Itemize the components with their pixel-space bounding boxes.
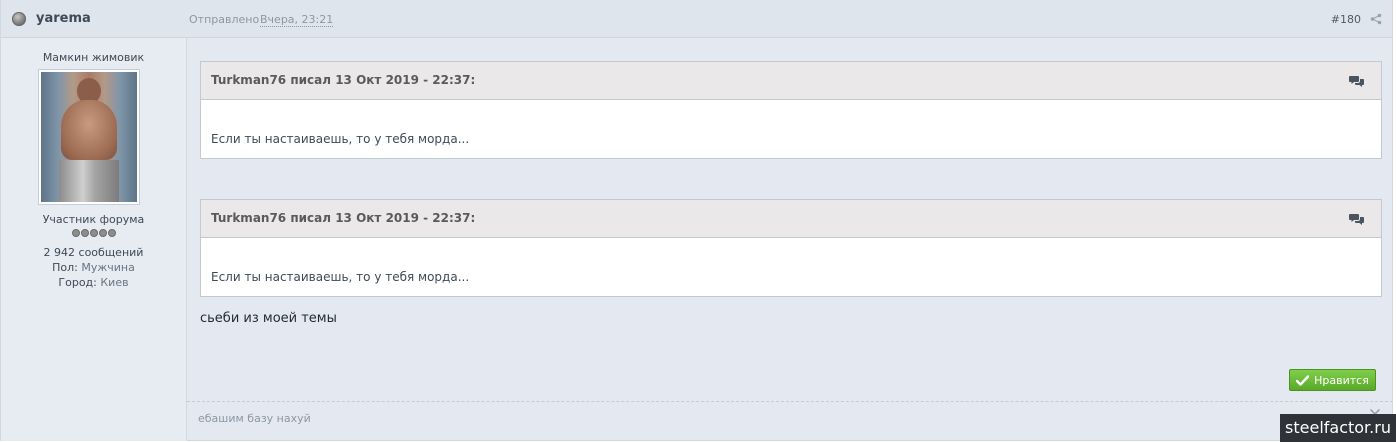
watermark: steelfactor.ru [1280,414,1396,442]
gender-label: Пол: [52,261,78,274]
post-date-link[interactable]: Вчера, 23:21 [260,13,334,27]
quote-block: Turkman76 писал 13 Окт 2019 - 22:37: Есл… [200,61,1382,159]
post-body: Turkman76 писал 13 Окт 2019 - 22:37: Есл… [187,38,1393,401]
quote-text: Если ты настаиваешь, то у тебя морда... [211,132,470,146]
rating-pip-icon [71,229,80,237]
post-text: сьеби из моей темы [200,311,337,326]
rating-pip-icon [98,229,107,237]
author-panel: Мамкин жимовик Участник форума 2 942 соо… [1,38,187,441]
forum-post: yarema Отправлено Вчера, 23:21 #180 Мамк… [0,0,1393,441]
rating-pip-icon [89,229,98,237]
author-city: Город: Киев [1,276,186,289]
quote-text: Если ты настаиваешь, то у тебя морда... [211,270,470,284]
author-name-link[interactable]: yarema [36,11,91,26]
rating-pip-icon [107,229,116,237]
signature-text: ебашим базу нахуй [198,412,311,425]
city-label: Город: [58,276,97,289]
avatar-image [41,72,137,202]
rating-pip-icon [80,229,89,237]
speech-bubbles-icon [1349,214,1364,225]
sent-label: Отправлено [189,13,260,26]
speech-bubbles-icon [1349,76,1364,87]
gender-value: Мужчина [81,261,135,274]
avatar[interactable] [38,69,140,205]
like-button[interactable]: Нравится [1289,369,1376,391]
quote-block: Turkman76 писал 13 Окт 2019 - 22:37: Есл… [200,199,1382,297]
share-icon[interactable] [1370,13,1382,25]
checkmark-icon [1296,374,1310,386]
signature-divider [187,401,1393,402]
quote-citation: Turkman76 писал 13 Окт 2019 - 22:37: [211,211,476,225]
rating-pips [1,229,186,239]
author-group: Участник форума [42,213,145,226]
city-value: Киев [100,276,129,289]
quote-header: Turkman76 писал 13 Окт 2019 - 22:37: [201,62,1381,100]
quote-header: Turkman76 писал 13 Окт 2019 - 22:37: [201,200,1381,238]
author-title: Мамкин жимовик [42,51,145,64]
quote-citation: Turkman76 писал 13 Окт 2019 - 22:37: [211,73,476,87]
author-gender: Пол: Мужчина [1,261,186,274]
author-post-count: 2 942 сообщений [43,246,144,259]
like-button-label: Нравится [1314,373,1369,387]
post-header: yarema Отправлено Вчера, 23:21 #180 [1,0,1392,38]
offline-status-icon [12,12,26,26]
post-number-link[interactable]: #180 [1331,13,1361,26]
